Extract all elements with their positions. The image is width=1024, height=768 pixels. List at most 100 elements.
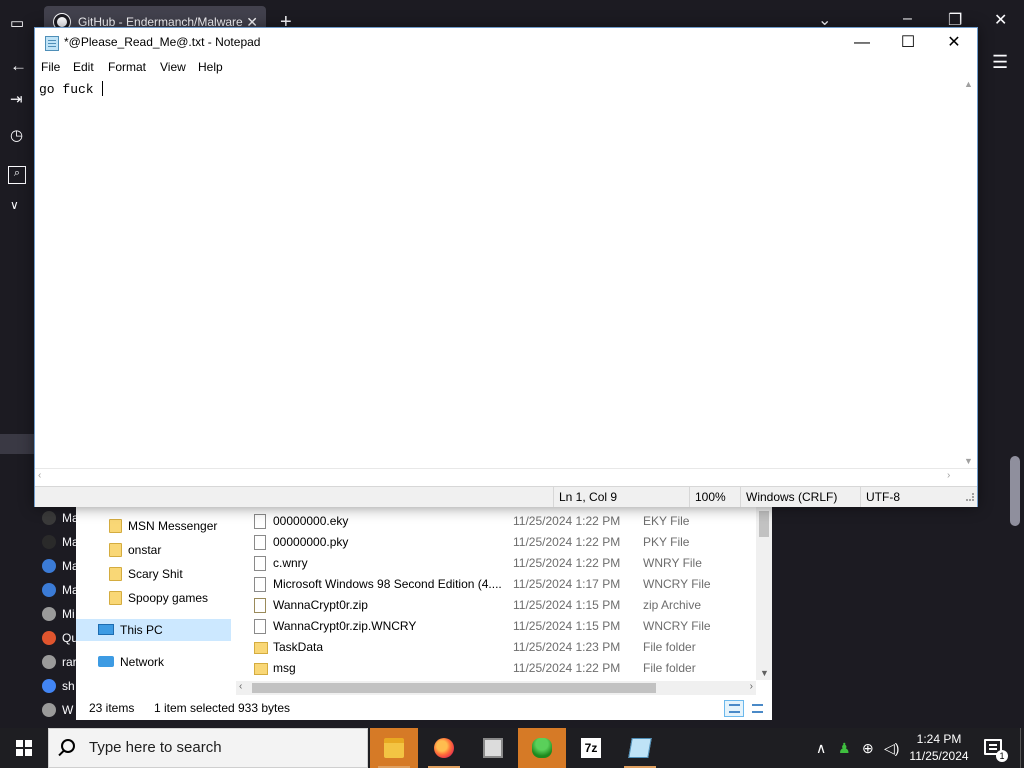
file-row[interactable]: WannaCrypt0r.zip 11/25/2024 1:15 PM zip Ar… — [250, 595, 756, 616]
bookmark-item[interactable]: sh — [42, 675, 76, 697]
editor-horizontal-scrollbar[interactable]: ‹ › — [35, 468, 977, 485]
file-list-horizontal-scrollbar[interactable]: ‹ › — [236, 681, 756, 695]
menu-format[interactable]: Format — [108, 58, 146, 77]
file-date: 11/25/2024 1:22 PM — [513, 535, 621, 549]
menu-edit[interactable]: Edit — [73, 58, 94, 77]
taskbar-firefox[interactable] — [420, 728, 468, 768]
bookmark-label: Ma — [62, 535, 76, 549]
bookmark-icon — [42, 535, 56, 549]
maximize-button[interactable]: ☐ — [885, 28, 931, 57]
bookmark-item[interactable]: Ma — [42, 579, 76, 601]
search-placeholder: Type here to search — [89, 739, 222, 756]
bookmark-item[interactable]: Qu — [42, 627, 76, 649]
bookmark-icon — [42, 631, 56, 645]
sign-in-icon[interactable]: ⇥ — [10, 90, 23, 108]
firefox-icon — [434, 738, 454, 758]
history-icon[interactable]: ◷ — [10, 126, 23, 144]
nav-item-spoopy-games[interactable]: Spoopy games — [76, 587, 231, 609]
chevron-down-icon[interactable]: ∨ — [10, 198, 19, 212]
taskbar-7zip[interactable]: 7z — [567, 728, 615, 768]
tray-overflow-chevron-icon[interactable]: ∧ — [816, 728, 826, 768]
menu-view[interactable]: View — [160, 58, 186, 77]
file-date: 11/25/2024 1:22 PM — [513, 556, 621, 570]
volume-icon[interactable]: ◁) — [884, 728, 899, 768]
search-icon[interactable]: ⌕ — [8, 166, 26, 184]
file-row[interactable]: Microsoft Windows 98 Second Edition (4..… — [250, 574, 756, 595]
details-view-button[interactable] — [724, 700, 744, 717]
file-type: PKY File — [643, 535, 690, 549]
menu-help[interactable]: Help — [198, 58, 223, 77]
file-row[interactable]: WannaCrypt0r.zip.WNCRY 11/25/2024 1:15 PM… — [250, 616, 756, 637]
tab-list-icon[interactable]: ▭ — [10, 14, 24, 32]
taskbar-file-explorer[interactable] — [370, 728, 418, 768]
file-row[interactable]: TaskData 11/25/2024 1:23 PM File folder — [250, 637, 756, 658]
bookmark-label: rar — [62, 655, 76, 669]
notepad-window: *@Please_Read_Me@.txt - Notepad — ☐ ✕ Fi… — [34, 27, 978, 507]
hamburger-menu-icon[interactable]: ☰ — [992, 52, 1008, 73]
browser-sidebar: ← ⇥ ◷ ⌕ ∨ — [0, 44, 34, 728]
msn-tray-icon[interactable]: ♟ — [838, 728, 851, 768]
msn-messenger-icon — [532, 738, 552, 758]
taskbar: Type here to search 7z ∧ ♟ ⊕ ◁) 1:24 PM … — [0, 728, 1024, 768]
browser-close-button[interactable]: ✕ — [994, 10, 1007, 30]
scroll-down-arrow-icon[interactable]: ▼ — [960, 456, 977, 466]
scrollbar-thumb[interactable] — [252, 683, 656, 693]
taskbar-msn-messenger[interactable] — [518, 728, 566, 768]
zip-archive-icon — [254, 598, 266, 613]
file-row[interactable]: msg 11/25/2024 1:22 PM File folder — [250, 658, 756, 679]
scroll-right-arrow-icon[interactable]: › — [750, 681, 753, 692]
bookmark-item[interactable]: Mi — [42, 603, 76, 625]
minimize-button[interactable]: — — [839, 28, 885, 57]
close-button[interactable]: ✕ — [931, 28, 977, 57]
scroll-down-arrow-icon[interactable]: ▼ — [760, 668, 769, 678]
scrollbar-thumb[interactable] — [759, 511, 769, 537]
system-clock[interactable]: 1:24 PM 11/25/2024 — [900, 731, 978, 765]
nav-item-this-pc[interactable]: This PC — [76, 619, 231, 641]
file-date: 11/25/2024 1:15 PM — [513, 598, 621, 612]
file-name: WannaCrypt0r.zip — [273, 598, 368, 612]
taskbar-search-box[interactable]: Type here to search — [48, 728, 368, 768]
search-icon — [61, 739, 75, 753]
large-icons-view-button[interactable] — [747, 700, 767, 717]
resize-grip[interactable] — [966, 493, 974, 501]
taskbar-photos[interactable] — [469, 728, 517, 768]
browser-minimize-button[interactable]: – — [903, 10, 912, 28]
text-editor[interactable]: go fuck — [35, 77, 960, 468]
bookmark-item[interactable]: W — [42, 699, 76, 721]
scroll-left-arrow-icon[interactable]: ‹ — [38, 470, 41, 481]
file-row[interactable]: 00000000.pky 11/25/2024 1:22 PM PKY File — [250, 532, 756, 553]
nav-item-onstar[interactable]: onstar — [76, 539, 231, 561]
editor-vertical-scrollbar[interactable]: ▲ ▼ — [960, 77, 977, 468]
folder-icon — [254, 642, 268, 654]
scroll-up-arrow-icon[interactable]: ▲ — [960, 79, 977, 89]
start-button[interactable] — [0, 728, 48, 768]
network-globe-icon[interactable]: ⊕ — [862, 728, 874, 768]
large-icons-view-icon — [752, 704, 763, 713]
bookmark-label: Mi — [62, 607, 75, 621]
show-desktop-button[interactable] — [1020, 728, 1024, 768]
bookmark-item[interactable]: Ma — [42, 555, 76, 577]
scroll-right-arrow-icon[interactable]: › — [947, 470, 950, 481]
file-type: EKY File — [643, 514, 690, 528]
scroll-left-arrow-icon[interactable]: ‹ — [239, 681, 242, 692]
line-endings: Windows (CRLF) — [740, 487, 860, 507]
browser-scrollbar-thumb[interactable] — [1010, 456, 1020, 526]
file-row[interactable]: c.wnry 11/25/2024 1:22 PM WNRY File — [250, 553, 756, 574]
back-arrow-icon[interactable]: ← — [10, 56, 27, 76]
nav-item-msn-messenger[interactable]: MSN Messenger — [76, 515, 231, 537]
file-row[interactable]: 00000000.eky 11/25/2024 1:22 PM EKY File — [250, 511, 756, 532]
bookmark-item[interactable]: Ma — [42, 507, 76, 529]
file-name: 00000000.pky — [273, 535, 349, 549]
file-list-vertical-scrollbar[interactable]: ▼ — [756, 505, 772, 680]
notepad-icon — [628, 738, 652, 758]
notepad-title-bar[interactable]: *@Please_Read_Me@.txt - Notepad — ☐ ✕ — [35, 28, 977, 58]
bookmark-item[interactable]: rar — [42, 651, 76, 673]
nav-item-network[interactable]: Network — [76, 651, 231, 673]
taskbar-notepad[interactable] — [616, 728, 664, 768]
nav-item-label: Network — [120, 655, 165, 669]
file-date: 11/25/2024 1:22 PM — [513, 661, 621, 675]
menu-bar: File Edit Format View Help — [35, 58, 977, 77]
menu-file[interactable]: File — [41, 58, 60, 77]
nav-item-scary-shit[interactable]: Scary Shit — [76, 563, 231, 585]
bookmark-item[interactable]: Ma — [42, 531, 76, 553]
